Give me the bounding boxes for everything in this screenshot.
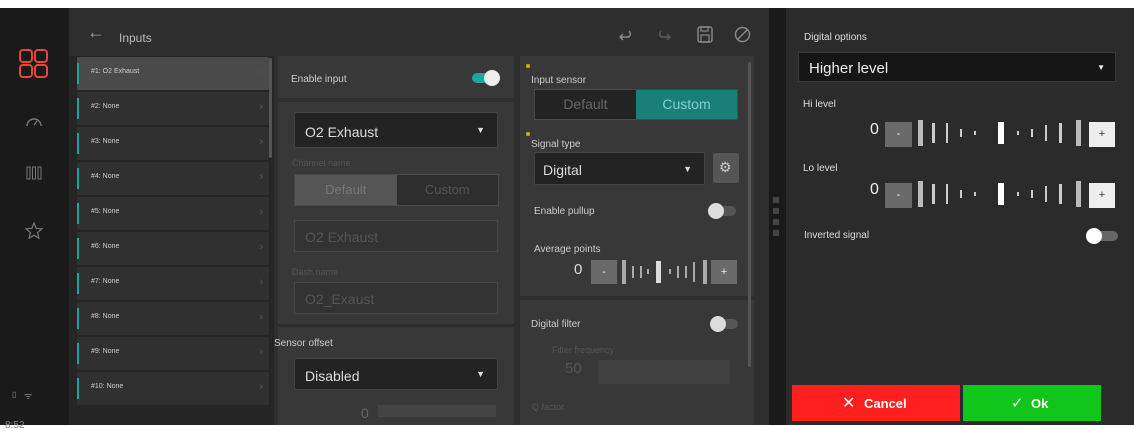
list-item[interactable]: #5: None › (77, 197, 269, 230)
average-minus-button[interactable]: - (591, 260, 617, 284)
dropdown-arrow-icon: ▼ (683, 164, 692, 174)
battery-icon: ▯ (12, 390, 17, 399)
modified-dot (526, 64, 530, 68)
chevron-right-icon: › (259, 276, 263, 288)
chevron-right-icon: › (259, 171, 263, 183)
close-icon: ✕ (842, 395, 856, 412)
gear-icon: ⚙ (719, 159, 732, 175)
redo-icon[interactable] (655, 30, 671, 42)
chevron-right-icon: › (259, 136, 263, 148)
chevron-right-icon: › (259, 241, 263, 253)
enable-pullup-toggle[interactable] (708, 203, 736, 219)
chevron-right-icon: › (259, 206, 263, 218)
disable-icon[interactable] (734, 26, 751, 43)
signal-settings-button[interactable]: ⚙ (713, 153, 739, 183)
sensor-panel: Input sensor Default Custom Signal type … (520, 56, 754, 296)
list-item[interactable]: #1: O2 Exhaust › (77, 57, 269, 90)
gauge-icon[interactable] (25, 114, 43, 128)
offset-stepper[interactable] (378, 405, 496, 417)
save-icon[interactable] (697, 26, 713, 43)
columns-icon[interactable] (26, 166, 42, 180)
chevron-right-icon: › (259, 381, 263, 393)
ok-button[interactable]: ✓ Ok (963, 385, 1101, 421)
content-scrollbar[interactable] (748, 62, 751, 367)
list-item[interactable]: #2: None › (77, 92, 269, 125)
page-dot[interactable] (773, 208, 779, 214)
list-item[interactable]: #3: None › (77, 127, 269, 160)
seg-default-button[interactable]: Default (295, 175, 397, 205)
chevron-right-icon: › (259, 66, 263, 78)
dropdown-arrow-icon: ▼ (1097, 63, 1105, 72)
input-sensor-segment: Default Custom (534, 89, 738, 120)
hi-level-slider[interactable] (914, 118, 1086, 148)
list-item[interactable]: #9: None › (77, 337, 269, 370)
digital-options-select[interactable]: Higher level ▼ (798, 52, 1116, 82)
sensor-offset-panel: Sensor offset Disabled ▼ 0 (274, 327, 514, 425)
list-item[interactable]: #6: None › (77, 232, 269, 265)
list-item[interactable]: #8: None › (77, 302, 269, 335)
list-scrollbar[interactable] (269, 58, 272, 158)
filter-frequency-stepper[interactable] (598, 360, 730, 384)
chevron-right-icon: › (259, 346, 263, 358)
average-plus-button[interactable]: + (711, 260, 737, 284)
enable-input-panel: Enable input (278, 56, 514, 98)
filter-frequency-value: 50 (565, 360, 582, 377)
page-dot[interactable] (773, 230, 779, 236)
wifi-icon: ᯤ (24, 391, 33, 401)
cancel-button[interactable]: ✕ Cancel (792, 385, 960, 421)
lo-level-plus-button[interactable]: + (1089, 183, 1115, 208)
digital-filter-panel: Digital filter Filter frequency 50 Q fac… (520, 300, 754, 425)
enable-input-toggle[interactable] (472, 70, 500, 86)
list-item[interactable]: #4: None › (77, 162, 269, 195)
seg-default-button[interactable]: Default (535, 90, 636, 119)
undo-icon[interactable] (619, 30, 635, 42)
channel-name-input[interactable]: O2 Exhaust (294, 220, 498, 252)
page-dot[interactable] (773, 197, 779, 203)
inputs-list: #1: O2 Exhaust › #2: None › #3: None › #4: … (69, 56, 274, 425)
offset-stepper-value: 0 (361, 405, 369, 421)
page-title: Inputs (119, 31, 152, 45)
average-points-value: 0 (574, 261, 583, 278)
dropdown-arrow-icon: ▼ (476, 369, 485, 379)
nav-rail: ▯ ᯤ 8:52 (0, 8, 69, 431)
sensor-offset-select[interactable]: Disabled ▼ (294, 358, 498, 390)
dropdown-arrow-icon: ▼ (476, 125, 485, 135)
app-logo-icon[interactable] (19, 49, 48, 78)
list-item[interactable]: #10: None › (77, 372, 269, 405)
hi-level-value: 0 (870, 121, 879, 138)
hi-level-minus-button[interactable]: - (885, 122, 912, 147)
inverted-signal-toggle[interactable] (1086, 228, 1118, 244)
lo-level-slider[interactable] (914, 179, 1086, 209)
list-item[interactable]: #7: None › (77, 267, 269, 300)
back-arrow-icon[interactable]: ← (87, 22, 105, 43)
input-select[interactable]: O2 Exhaust ▼ (294, 112, 498, 148)
channel-panel: O2 Exhaust ▼ Channel name Default Custom… (278, 102, 514, 324)
star-icon[interactable] (25, 222, 43, 239)
clock-time: 8:52 (5, 420, 25, 431)
chevron-right-icon: › (259, 311, 263, 323)
modified-dot (526, 132, 530, 136)
top-bar: ← Inputs (69, 8, 769, 56)
panel-title: Digital options (804, 32, 867, 43)
signal-type-select[interactable]: Digital ▼ (534, 152, 705, 185)
chevron-right-icon: › (259, 101, 263, 113)
digital-filter-toggle[interactable] (710, 316, 738, 332)
digital-options-panel: Digital options Higher level ▼ Hi level … (786, 8, 1134, 425)
page-dot[interactable] (773, 219, 779, 225)
lo-level-value: 0 (870, 181, 879, 198)
seg-custom-button[interactable]: Custom (396, 175, 498, 205)
average-slider[interactable] (619, 258, 709, 286)
hi-level-plus-button[interactable]: + (1089, 122, 1115, 147)
lo-level-minus-button[interactable]: - (885, 183, 912, 208)
channel-name-segment: Default Custom (294, 174, 499, 206)
seg-custom-button[interactable]: Custom (636, 90, 737, 119)
check-icon: ✓ (1011, 395, 1024, 412)
dash-name-input[interactable]: O2_Exaust (294, 282, 498, 314)
